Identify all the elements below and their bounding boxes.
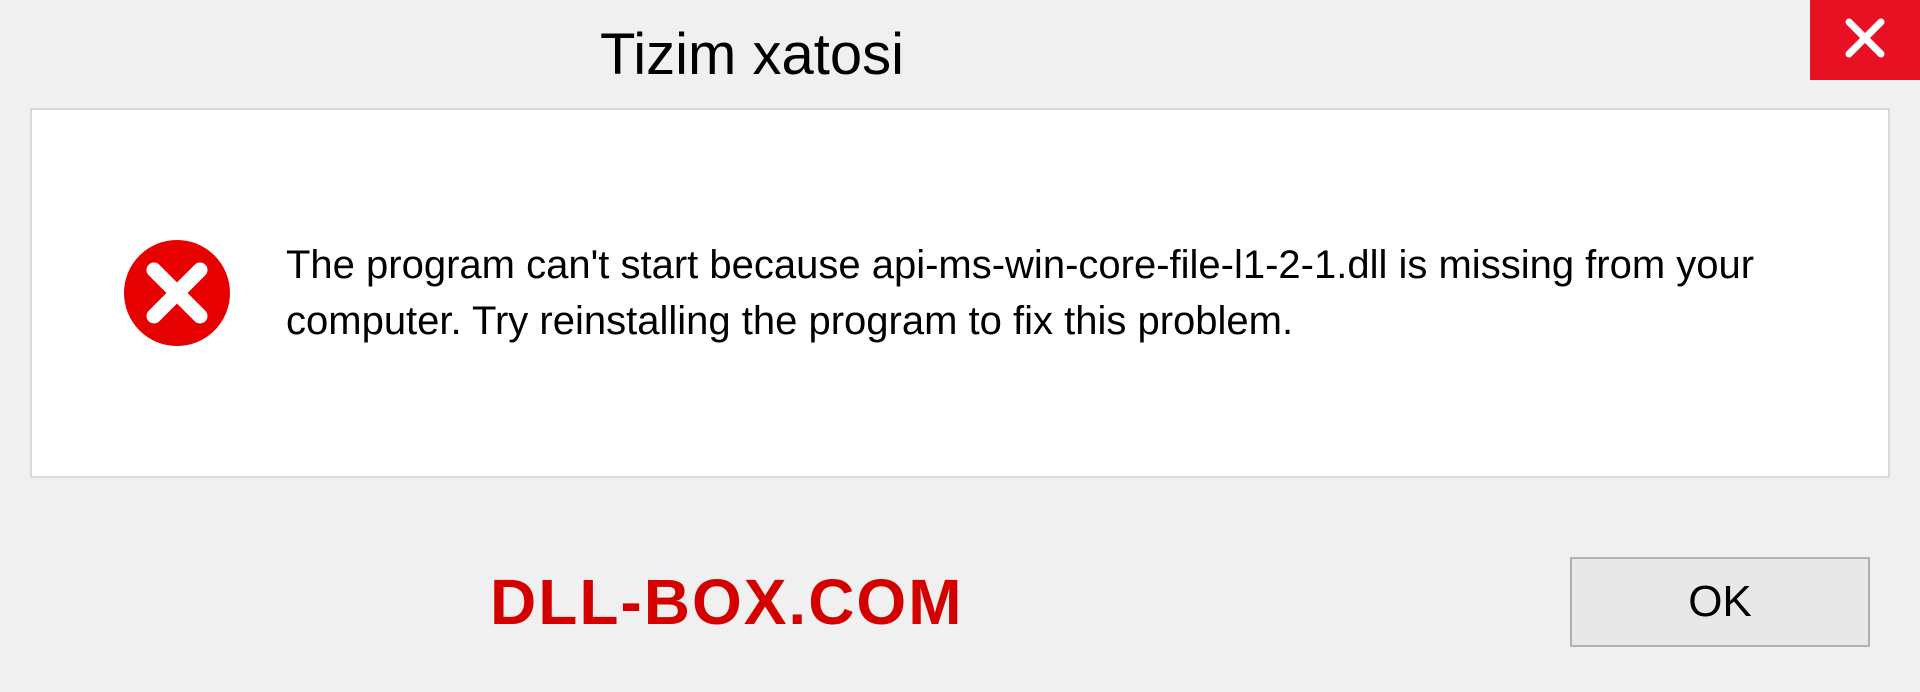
- close-icon: [1843, 16, 1887, 65]
- titlebar: Tizim xatosi: [0, 0, 1920, 108]
- close-button[interactable]: [1810, 0, 1920, 80]
- content-panel: The program can't start because api-ms-w…: [30, 108, 1890, 478]
- footer: DLL-BOX.COM OK: [30, 542, 1890, 662]
- error-icon: [122, 238, 232, 348]
- ok-button[interactable]: OK: [1570, 557, 1870, 647]
- error-message: The program can't start because api-ms-w…: [286, 237, 1828, 349]
- ok-button-label: OK: [1688, 577, 1752, 627]
- dialog-title: Tizim xatosi: [600, 21, 904, 88]
- watermark-text: DLL-BOX.COM: [490, 565, 964, 639]
